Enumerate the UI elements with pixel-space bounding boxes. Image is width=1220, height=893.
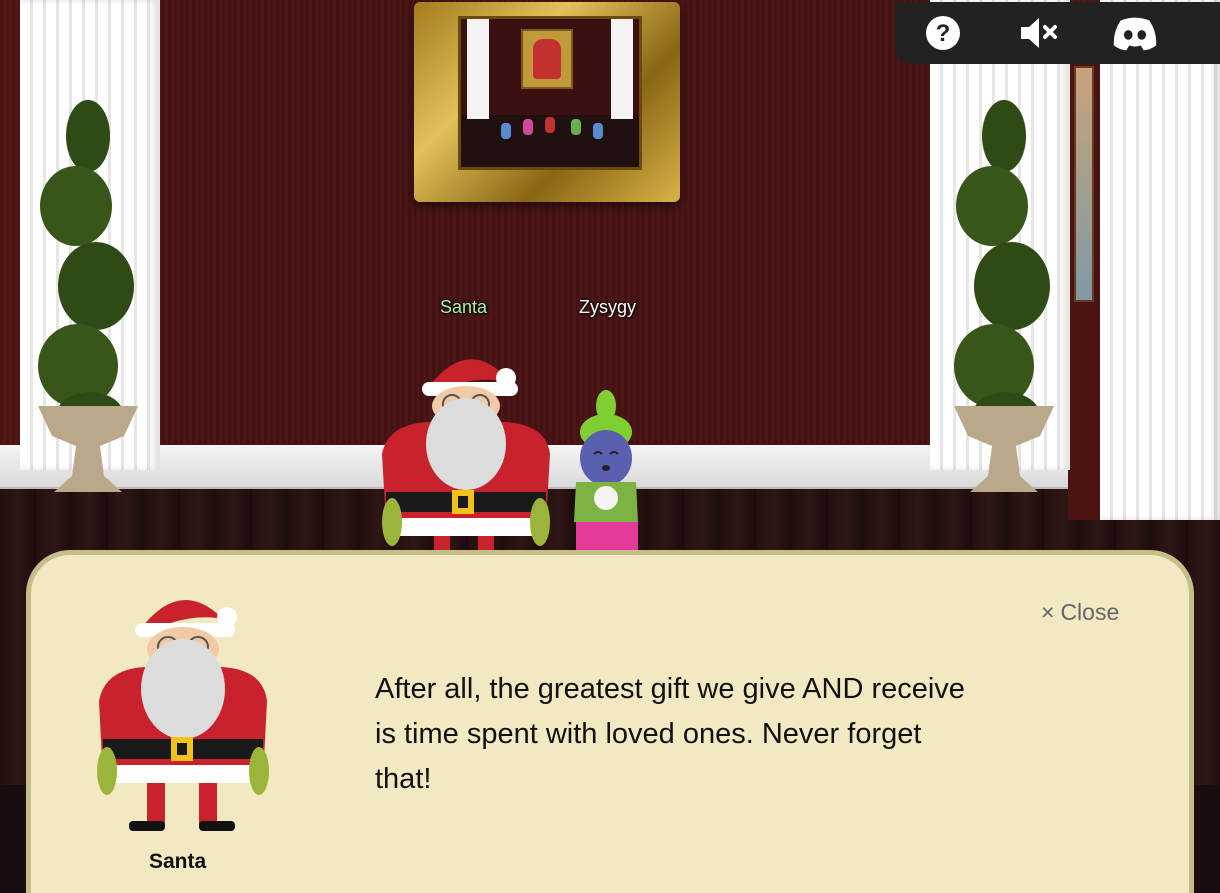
settings-button[interactable] (1199, 10, 1219, 56)
close-label: Close (1060, 599, 1120, 625)
framed-painting (414, 2, 680, 202)
player-name-tag: Zysygy (579, 297, 637, 317)
svg-text:?: ? (936, 20, 951, 47)
dialog-text: After all, the greatest gift we give AND… (375, 673, 965, 795)
santa-name-tag: Santa (440, 297, 488, 317)
player-character[interactable] (570, 388, 644, 550)
close-icon: × (1041, 599, 1055, 625)
mute-button[interactable] (1015, 10, 1063, 56)
discord-icon (1113, 17, 1157, 51)
help-button[interactable]: ? (919, 10, 967, 56)
topiary-right (954, 100, 1054, 492)
dialog-box: × Close Santa After all, the greatest gi… (26, 550, 1194, 893)
santa-character[interactable] (378, 344, 554, 550)
discord-button[interactable] (1111, 10, 1159, 56)
speaker-muted-icon (1021, 18, 1057, 48)
pillar-far-right (1100, 0, 1220, 520)
speaker-portrait (97, 599, 269, 831)
game-scene[interactable]: Santa Zysygy ? × Close Santa After all, … (0, 0, 1220, 893)
speaker-name: Santa (149, 850, 207, 873)
hud-toolbar: ? (895, 2, 1220, 64)
wall-poster (1074, 66, 1094, 302)
question-circle-icon: ? (926, 16, 960, 50)
topiary-left (38, 100, 138, 492)
close-button[interactable]: × Close (1041, 599, 1119, 626)
